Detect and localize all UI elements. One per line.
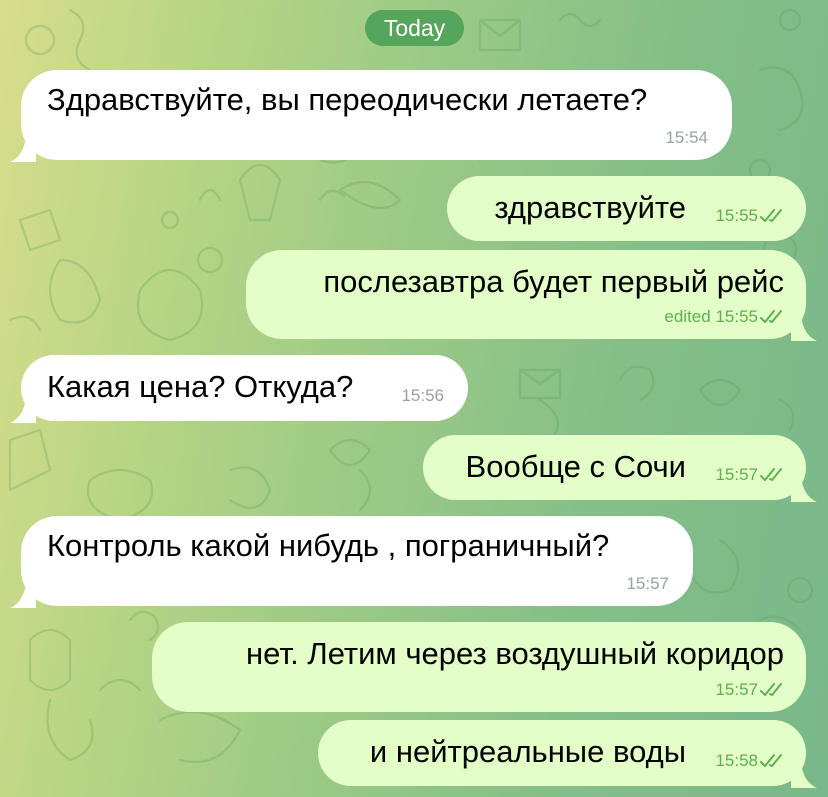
message-time: 15:57 [715, 465, 758, 484]
double-check-icon [760, 754, 782, 767]
message-time: 15:55 [715, 307, 758, 326]
message-bubble-incoming[interactable]: Контроль какой нибудь , пограничный? 15:… [10, 516, 693, 608]
message-bubble-outgoing[interactable]: послезавтра будет первый рейс edited 15:… [246, 250, 817, 341]
bubble-tail [791, 762, 817, 788]
double-check-icon [760, 683, 782, 696]
message-bubble-outgoing[interactable]: и нейтреальные воды 15:58 [318, 720, 817, 788]
message-time: 15:58 [715, 751, 758, 770]
message-meta: 15:58 [715, 751, 788, 771]
message-text: Контроль какой нибудь , пограничный? [47, 528, 610, 563]
message-time: 15:55 [715, 206, 758, 225]
message-meta: 15:54 [665, 128, 708, 148]
double-check-icon [760, 468, 782, 481]
message-meta: edited 15:55 [664, 307, 788, 327]
edited-label: edited [664, 307, 711, 326]
bubble-tail [10, 582, 36, 608]
double-check-icon [760, 310, 782, 323]
message-bubble-incoming[interactable]: Какая цена? Откуда? 15:56 [10, 355, 468, 423]
message-text: здравствуйте [494, 190, 686, 225]
message-text: и нейтреальные воды [369, 734, 686, 769]
message-meta: 15:57 [715, 680, 788, 700]
message-meta: 15:55 [715, 206, 788, 226]
message-meta: 15:56 [401, 386, 444, 406]
message-bubble-outgoing[interactable]: нет. Летим через воздушный коридор 15:57 [152, 622, 806, 712]
message-bubble-outgoing[interactable]: Вообще с Сочи 15:57 [423, 435, 817, 502]
double-check-icon [760, 209, 782, 222]
message-time: 15:54 [665, 128, 708, 147]
message-time: 15:56 [401, 386, 444, 405]
bubble-tail [791, 476, 817, 502]
message-text: Какая цена? Откуда? [47, 369, 354, 404]
message-text: послезавтра будет первый рейс [323, 264, 784, 299]
bubble-tail [10, 136, 36, 162]
message-text: нет. Летим через воздушный коридор [246, 636, 784, 671]
message-text: Вообще с Сочи [465, 449, 686, 484]
message-bubble-outgoing[interactable]: здравствуйте 15:55 [447, 176, 806, 241]
message-bubble-incoming[interactable]: Здравствуйте, вы переодически летаете? 1… [10, 70, 732, 162]
bubble-tail [10, 397, 36, 423]
message-time: 15:57 [626, 574, 669, 593]
message-time: 15:57 [715, 680, 758, 699]
message-meta: 15:57 [715, 465, 788, 485]
date-separator: Today [365, 10, 464, 46]
message-text: Здравствуйте, вы переодически летаете? [47, 82, 648, 117]
bubble-tail [791, 315, 817, 341]
message-meta: 15:57 [626, 574, 669, 594]
